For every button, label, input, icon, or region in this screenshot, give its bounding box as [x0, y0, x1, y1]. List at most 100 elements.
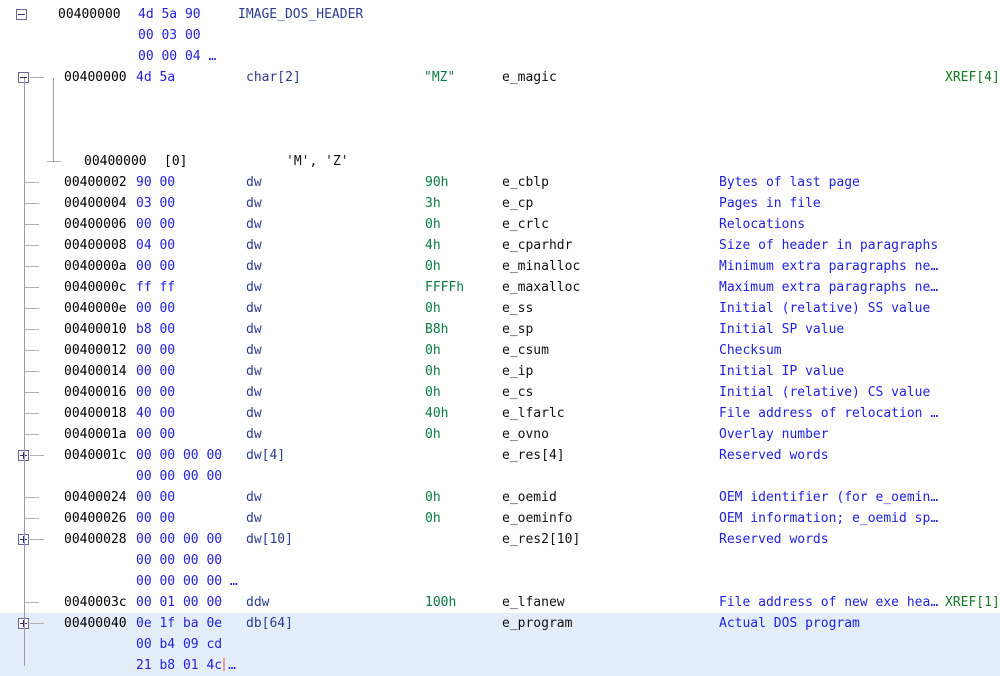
- listing-row[interactable]: 0040000c ff ff dw FFFFh e_maxalloc Maximum ex…: [0, 277, 1000, 298]
- listing-row[interactable]: 00 b4 09 cd: [0, 634, 1000, 655]
- listing-row[interactable]: 00 03 00: [0, 25, 1000, 46]
- row-hex-bytes[interactable]: 00 00 00 00: [136, 445, 222, 466]
- field-name: e_ip: [502, 364, 534, 379]
- listing-row[interactable]: 00400012 00 00 dw 0h e_csum Checksum: [0, 340, 1000, 361]
- row-datatype: dw: [246, 343, 262, 358]
- listing-row[interactable]: 00400008 04 00 dw 4h e_cparhdr Size of header…: [0, 235, 1000, 256]
- row-hex-bytes[interactable]: 00 00: [136, 487, 175, 508]
- listing-row[interactable]: 00 00 00 00: [0, 550, 1000, 571]
- tree-collapse-icon[interactable]: [16, 9, 27, 20]
- row-hex-bytes[interactable]: 00 00: [136, 361, 175, 382]
- listing-row[interactable]: 00400028 00 00 00 00 dw[10] e_res2[10] Reser…: [0, 529, 1000, 550]
- row-xref[interactable]: XREF[1]: [945, 592, 1000, 613]
- listing-row[interactable]: 00400002 90 00 dw 90h e_cblp Bytes of last pa…: [0, 172, 1000, 193]
- row-comment: Relocations: [719, 217, 806, 232]
- row-address: 00400040: [64, 616, 127, 631]
- listing-row[interactable]: 00400026 00 00 dw 0h e_oeminfo OEM informatio…: [0, 508, 1000, 529]
- tree-gutter: [0, 571, 64, 592]
- tree-branch: [25, 308, 39, 309]
- listing-row[interactable]: 00400010 b8 00 dw B8h e_sp Initial SP value: [0, 319, 1000, 340]
- listing-row[interactable]: [0, 109, 1000, 130]
- field-name: e_magic: [502, 70, 557, 85]
- row-datatype: ddw: [246, 595, 270, 610]
- tree-gutter: [0, 361, 64, 382]
- row-hex-bytes[interactable]: 90 00: [136, 172, 175, 193]
- row-address: 0040001a: [64, 427, 127, 442]
- tree-branch: [30, 623, 44, 624]
- row-hex-bytes[interactable]: 04 00: [136, 235, 175, 256]
- listing-row[interactable]: 0040000e 00 00 dw 0h e_ss Initial (relative) …: [0, 298, 1000, 319]
- tree-branch: [30, 77, 44, 78]
- row-comment: Reserved words: [719, 448, 829, 463]
- row-xref[interactable]: XREF[4]: [945, 67, 1000, 88]
- row-hex-bytes[interactable]: 00 01 00 00: [136, 592, 222, 613]
- row-hex-bytes[interactable]: b8 00: [136, 319, 175, 340]
- listing-row[interactable]: 0040003c 00 01 00 00 ddw 100h e_lfanew File a…: [0, 592, 1000, 613]
- listing-row[interactable]: 00 00 00 00: [0, 466, 1000, 487]
- structure-listing[interactable]: 00400000 4d 5a 90 IMAGE_DOS_HEADER 00 03 00…: [0, 0, 1000, 676]
- listing-row[interactable]: 0040001a 00 00 dw 0h e_ovno Overlay number: [0, 424, 1000, 445]
- listing-row[interactable]: [0, 88, 1000, 109]
- tree-branch: [25, 182, 39, 183]
- row-address: 00400000: [58, 7, 121, 22]
- field-name: e_ss: [502, 301, 534, 316]
- row-hex-bytes[interactable]: 4d 5a 90: [138, 4, 201, 25]
- listing-row[interactable]: 0040000a 00 00 dw 0h e_minalloc Minimum extra…: [0, 256, 1000, 277]
- listing-row[interactable]: 21 b8 01 4c…: [0, 655, 1000, 676]
- listing-row[interactable]: 00400000 [0] 'M', 'Z': [0, 151, 1000, 172]
- tree-gutter: [0, 529, 64, 550]
- row-hex-bytes[interactable]: 00 03 00: [138, 25, 201, 46]
- row-hex-bytes[interactable]: 00 00 00 00: [136, 550, 222, 571]
- tree-branch: [25, 413, 39, 414]
- row-hex-bytes[interactable]: 00 00: [136, 382, 175, 403]
- listing-row[interactable]: 0040001c 00 00 00 00 dw[4] e_res[4] Reserved…: [0, 445, 1000, 466]
- row-hex-bytes[interactable]: 00 00: [136, 508, 175, 529]
- listing-row[interactable]: 00400014 00 00 dw 0h e_ip Initial IP value: [0, 361, 1000, 382]
- tree-branch: [25, 203, 39, 204]
- row-hex-bytes[interactable]: 00 00: [136, 424, 175, 445]
- row-hex-bytes[interactable]: 00 00: [136, 340, 175, 361]
- listing-row[interactable]: 00400016 00 00 dw 0h e_cs Initial (relative) …: [0, 382, 1000, 403]
- listing-row[interactable]: 00400040 0e 1f ba 0e db[64] e_program Actual…: [0, 613, 1000, 634]
- listing-row[interactable]: 00 00 04 …: [0, 46, 1000, 67]
- bytes-ellipsis: …: [222, 574, 238, 589]
- tree-branch: [25, 287, 39, 288]
- row-hex-bytes[interactable]: 21 b8 01 4c…: [136, 655, 236, 676]
- row-hex-bytes[interactable]: 00 00 00 00: [136, 529, 222, 550]
- row-hex-bytes[interactable]: 00 00 04 …: [138, 46, 216, 67]
- tree-gutter: [0, 487, 64, 508]
- row-hex-bytes[interactable]: 00 00: [136, 298, 175, 319]
- row-hex-bytes[interactable]: 0e 1f ba 0e: [136, 613, 222, 634]
- row-hex-bytes[interactable]: 00 00 00 00 …: [136, 571, 238, 592]
- listing-row[interactable]: 00400018 40 00 dw 40h e_lfarlc File address o…: [0, 403, 1000, 424]
- row-hex-bytes[interactable]: 00 00: [136, 256, 175, 277]
- row-datatype: dw: [246, 196, 262, 211]
- row-hex-bytes[interactable]: 03 00: [136, 193, 175, 214]
- listing-row[interactable]: 00400000 4d 5a 90 IMAGE_DOS_HEADER: [0, 4, 1000, 25]
- tree-branch: [25, 329, 39, 330]
- field-name: e_csum: [502, 343, 549, 358]
- field-name: e_oemid: [502, 490, 557, 505]
- listing-row[interactable]: 00400006 00 00 dw 0h e_crlc Relocations: [0, 214, 1000, 235]
- listing-row[interactable]: 00 00 00 00 …: [0, 571, 1000, 592]
- listing-row[interactable]: 00400024 00 00 dw 0h e_oemid OEM identifier (…: [0, 487, 1000, 508]
- row-hex-bytes[interactable]: 00 b4 09 cd: [136, 634, 222, 655]
- element-index: [0]: [164, 154, 188, 169]
- row-comment: File address of relocation …: [719, 406, 939, 421]
- row-datatype: dw[4]: [246, 448, 286, 463]
- row-comment: Overlay number: [719, 427, 829, 442]
- row-comment: Initial (relative) CS value: [719, 385, 931, 400]
- listing-row[interactable]: 00400000 4d 5a char[2] "MZ" e_magic XREF[4]: [0, 67, 1000, 88]
- listing-row[interactable]: 00400004 03 00 dw 3h e_cp Pages in file: [0, 193, 1000, 214]
- listing-row[interactable]: [0, 130, 1000, 151]
- row-value: 100h: [425, 595, 457, 610]
- row-hex-bytes[interactable]: ff ff: [136, 277, 175, 298]
- row-hex-bytes[interactable]: 4d 5a: [136, 67, 175, 88]
- row-hex-bytes[interactable]: 00 00 00 00: [136, 466, 222, 487]
- row-hex-bytes[interactable]: 00 00: [136, 214, 175, 235]
- row-hex-bytes[interactable]: 40 00: [136, 403, 175, 424]
- tree-gutter: [0, 445, 64, 466]
- field-name: e_minalloc: [502, 259, 581, 274]
- row-address: 00400000: [64, 70, 127, 85]
- row-address: 00400006: [64, 217, 127, 232]
